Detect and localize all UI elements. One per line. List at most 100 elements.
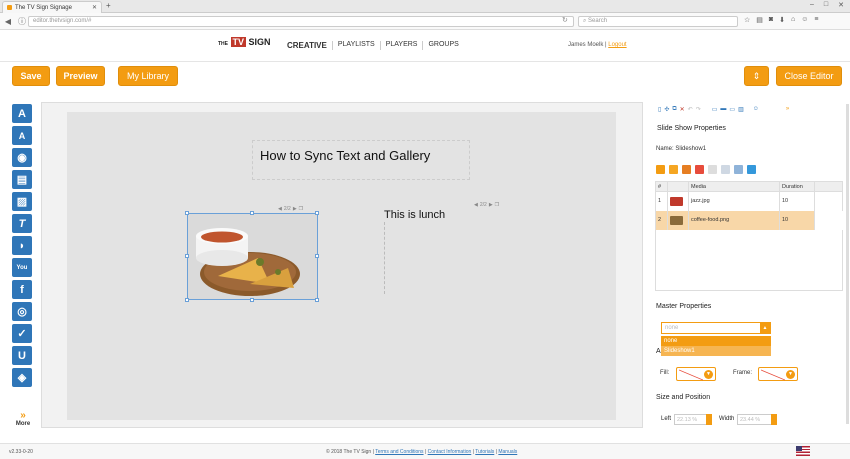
facebook-tool-icon[interactable]: f: [12, 280, 32, 299]
my-library-button[interactable]: My Library: [118, 66, 178, 86]
caption-text[interactable]: This is lunch: [384, 209, 445, 221]
contact-link[interactable]: Contact Information: [428, 449, 472, 455]
dropdown-option[interactable]: Slideshow1: [661, 346, 771, 356]
redo-icon[interactable]: ↷: [696, 106, 701, 113]
download-icon[interactable]: ⬇: [779, 16, 785, 24]
video-tool-icon[interactable]: ▤: [12, 170, 32, 189]
resize-handle[interactable]: [315, 254, 319, 258]
ticker-tool-icon[interactable]: T: [12, 214, 32, 233]
layers-icon[interactable]: ⧉: [672, 106, 676, 113]
close-window-icon[interactable]: ✕: [838, 1, 844, 9]
frame-color-picker[interactable]: ▼: [758, 367, 798, 381]
resize-handle[interactable]: [185, 254, 189, 258]
image-tool-icon[interactable]: ◉: [12, 148, 32, 167]
add-image-icon[interactable]: [656, 165, 665, 174]
logout-link[interactable]: Logout: [608, 42, 626, 48]
minimize-icon[interactable]: –: [810, 1, 814, 9]
panel-scrollbar[interactable]: [846, 104, 849, 424]
width-stepper[interactable]: [771, 414, 777, 425]
edit-icon[interactable]: [734, 165, 743, 174]
us-flag-icon[interactable]: [796, 446, 810, 456]
reading-list-icon[interactable]: ▤: [756, 16, 763, 24]
next-icon[interactable]: ▶: [489, 202, 493, 208]
resize-handle[interactable]: [185, 211, 189, 215]
left-stepper[interactable]: [706, 414, 712, 425]
table-row[interactable]: 1 jazz.jpg 10: [655, 191, 843, 211]
widget-tool-icon[interactable]: U: [12, 346, 32, 365]
info-icon[interactable]: ⓘ: [16, 16, 28, 27]
rss-tool-icon[interactable]: ◗: [12, 236, 32, 255]
copy-icon[interactable]: ❐: [495, 202, 499, 208]
dropdown-option[interactable]: none: [661, 336, 771, 346]
save-button[interactable]: Save: [12, 66, 50, 86]
url-field[interactable]: editor.thetvsign.com/#: [28, 16, 574, 27]
menu-icon[interactable]: ≡: [814, 16, 818, 24]
row-duration[interactable]: 10: [779, 210, 815, 230]
copy-icon[interactable]: ❐: [299, 206, 303, 212]
fill-color-picker[interactable]: ▼: [676, 367, 716, 381]
nav-creative[interactable]: CREATIVE: [287, 41, 332, 50]
left-input[interactable]: 22.13 %: [674, 414, 710, 425]
close-tab-icon[interactable]: ✕: [92, 4, 97, 11]
maximize-icon[interactable]: □: [824, 1, 828, 9]
home-icon[interactable]: ⌂: [791, 16, 795, 24]
more-tools-button[interactable]: » More: [12, 410, 34, 427]
nav-players[interactable]: PLAYERS: [379, 41, 423, 50]
dropdown-arrow-icon[interactable]: ▲: [760, 323, 770, 333]
twitter-tool-icon[interactable]: ✓: [12, 324, 32, 343]
master-select[interactable]: none ▲: [661, 322, 771, 334]
preview-button[interactable]: Preview: [56, 66, 105, 86]
logo[interactable]: THE TV SIGN: [218, 37, 271, 47]
expand-panel-icon[interactable]: »: [786, 106, 789, 113]
prev-icon[interactable]: ◀: [474, 202, 478, 208]
delete-icon[interactable]: ✕: [680, 106, 685, 113]
terms-link[interactable]: Terms and Conditions: [375, 449, 423, 455]
resize-handle[interactable]: [315, 211, 319, 215]
resize-handle[interactable]: [250, 211, 254, 215]
3d-tool-icon[interactable]: ◈: [12, 368, 32, 387]
close-editor-button[interactable]: Close Editor: [776, 66, 842, 86]
align-center-icon[interactable]: ▬: [720, 106, 726, 113]
undo-icon[interactable]: ↶: [688, 106, 693, 113]
youtube-tool-icon[interactable]: You: [12, 258, 32, 277]
copy-media-icon[interactable]: [721, 165, 730, 174]
user-icon[interactable]: ☺: [753, 106, 759, 113]
sync-icon[interactable]: ☺: [801, 16, 808, 24]
move-icon[interactable]: ⇕: [744, 66, 769, 86]
nav-playlists[interactable]: PLAYLISTS: [331, 41, 380, 50]
browser-search-input[interactable]: ⌕ Search: [578, 16, 738, 27]
resize-handle[interactable]: [185, 298, 189, 302]
page-icon[interactable]: ▯: [658, 106, 661, 113]
resize-handle[interactable]: [315, 298, 319, 302]
instagram-tool-icon[interactable]: ◎: [12, 302, 32, 321]
reload-icon[interactable]: ↻: [562, 16, 568, 24]
table-row[interactable]: 2 coffee-food.png 10: [655, 210, 843, 230]
tutorials-link[interactable]: Tutorials: [475, 449, 494, 455]
browser-tab[interactable]: The TV Sign Signage ✕: [2, 1, 102, 13]
next-icon[interactable]: ▶: [293, 206, 297, 212]
resize-handle[interactable]: [250, 298, 254, 302]
remove-media-icon[interactable]: [695, 165, 704, 174]
text-tool-icon[interactable]: A: [12, 104, 32, 123]
move-up-icon[interactable]: [708, 165, 717, 174]
prev-icon[interactable]: ◀: [278, 206, 282, 212]
distribute-icon[interactable]: ▥: [738, 106, 744, 113]
width-input[interactable]: 23.44 %: [737, 414, 773, 425]
back-icon[interactable]: ◀: [2, 17, 14, 26]
title-text[interactable]: How to Sync Text and Gallery: [260, 148, 430, 163]
align-right-icon[interactable]: ▭: [729, 106, 735, 113]
add-folder-icon[interactable]: [669, 165, 678, 174]
row-duration[interactable]: 10: [779, 191, 815, 211]
align-left-icon[interactable]: ▭: [712, 106, 718, 113]
slideshow-tool-icon[interactable]: ▨: [12, 192, 32, 211]
pocket-icon[interactable]: ◙: [769, 16, 773, 24]
new-tab-icon[interactable]: +: [106, 1, 111, 10]
move-small-icon[interactable]: ✣: [664, 106, 669, 113]
nav-groups[interactable]: GROUPS: [422, 41, 463, 50]
slideshow-element[interactable]: [187, 213, 318, 300]
add-text-icon[interactable]: [682, 165, 691, 174]
play-icon[interactable]: [747, 165, 756, 174]
textbox-tool-icon[interactable]: A: [12, 126, 32, 145]
bookmark-icon[interactable]: ☆: [744, 16, 750, 24]
manuals-link[interactable]: Manuals: [498, 449, 517, 455]
